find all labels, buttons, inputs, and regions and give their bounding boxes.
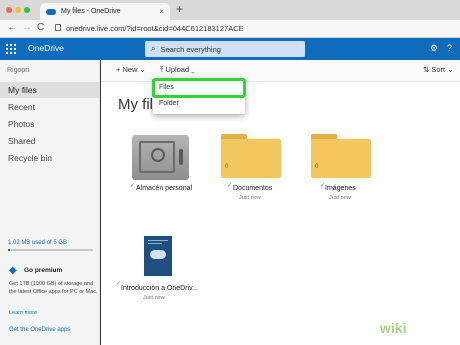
- item-name[interactable]: Introducción a OneDriv...: [121, 285, 198, 292]
- brand-name[interactable]: OneDrive: [28, 43, 64, 53]
- upload-button[interactable]: ⤒ Upload ⌄: [160, 65, 195, 75]
- highlight-box: [152, 78, 246, 98]
- storage-usage-link[interactable]: 1.02 MB used of 5 GB: [8, 240, 67, 246]
- sidebar-item-recycle-bin[interactable]: Recycle bin: [0, 150, 100, 166]
- minimize-window-button[interactable]: [15, 7, 21, 13]
- url-field[interactable]: onedrive.live.com/?id=root&cid=044C61218…: [66, 24, 244, 33]
- item-modified: Just now: [329, 195, 351, 201]
- learn-more-link[interactable]: Learn more: [9, 310, 37, 316]
- onedrive-header: OneDrive ⌕ ⚙ ?: [0, 38, 460, 60]
- item-modified: Just now: [143, 295, 165, 301]
- tab-close-icon[interactable]: ×: [159, 7, 164, 16]
- browser-tab[interactable]: My files - OneDrive ×: [40, 3, 170, 20]
- get-apps-link[interactable]: Get the OneDrive apps: [9, 327, 70, 333]
- zoom-window-button[interactable]: [24, 7, 30, 13]
- sidebar: Rigopri My files Recent Photos Shared Re…: [0, 60, 100, 345]
- reload-icon[interactable]: C: [37, 22, 44, 33]
- premium-title: Go premium: [24, 267, 63, 274]
- select-checkbox[interactable]: ✓: [227, 182, 232, 189]
- doc-line: [148, 240, 168, 241]
- storage-bar-fill: [8, 249, 10, 251]
- sort-button[interactable]: ⇅ Sort ⌄: [423, 65, 454, 74]
- vault-handle: [179, 149, 183, 165]
- search-box[interactable]: ⌕: [145, 41, 305, 57]
- forward-arrow-icon[interactable]: →: [22, 22, 32, 33]
- search-input[interactable]: [160, 44, 291, 54]
- watermark-prefix: wiki: [380, 320, 407, 336]
- cloud-icon: [150, 250, 166, 259]
- help-icon[interactable]: ?: [447, 43, 452, 53]
- premium-description: Get 1TB (1000 GB) of storage and the lat…: [9, 281, 98, 295]
- item-name[interactable]: Almacén personal: [136, 185, 192, 192]
- upload-folder-menu-item[interactable]: Folder: [153, 96, 245, 112]
- files-content-area: [101, 82, 460, 345]
- search-icon: ⌕: [151, 44, 156, 53]
- sidebar-item-my-files[interactable]: My files: [0, 82, 100, 98]
- folder-item-count: 0: [225, 164, 229, 170]
- back-arrow-icon[interactable]: ←: [7, 22, 17, 33]
- storage-bar: [8, 249, 93, 251]
- lock-icon: [55, 24, 61, 31]
- new-tab-button[interactable]: +: [176, 2, 183, 16]
- folder-body: [311, 139, 371, 178]
- tab-title: My files - OneDrive: [61, 8, 121, 15]
- settings-gear-icon[interactable]: ⚙: [430, 43, 438, 54]
- item-name[interactable]: Imágenes: [325, 185, 356, 192]
- close-window-button[interactable]: [6, 7, 12, 13]
- item-name[interactable]: Documentos: [233, 185, 272, 192]
- onedrive-favicon-icon: [46, 8, 56, 15]
- doc-line: [148, 243, 162, 244]
- folder-item-count: 0: [315, 164, 319, 170]
- document-thumbnail[interactable]: [144, 236, 172, 276]
- watermark: wikiHow: [380, 320, 436, 336]
- diamond-icon: ◆: [9, 265, 17, 276]
- app-launcher-icon[interactable]: [6, 44, 16, 54]
- folder-body: [221, 139, 281, 178]
- sidebar-item-shared[interactable]: Shared: [0, 133, 100, 149]
- user-name: Rigopri: [7, 67, 30, 74]
- new-button[interactable]: + New ⌄: [116, 65, 146, 74]
- folder-icon[interactable]: 0: [311, 134, 371, 178]
- address-bar: ← → C onedrive.live.com/?id=root&cid=044…: [0, 20, 460, 38]
- watermark-suffix: How: [406, 320, 437, 336]
- sidebar-item-photos[interactable]: Photos: [0, 116, 100, 132]
- folder-icon[interactable]: 0: [221, 134, 281, 178]
- vault-dial: [151, 148, 165, 162]
- browser-tab-bar: My files - OneDrive × +: [0, 0, 460, 20]
- personal-vault-icon[interactable]: [132, 135, 189, 180]
- select-checkbox[interactable]: ✓: [130, 182, 135, 189]
- sidebar-item-recent[interactable]: Recent: [0, 99, 100, 115]
- item-modified: Just now: [239, 195, 261, 201]
